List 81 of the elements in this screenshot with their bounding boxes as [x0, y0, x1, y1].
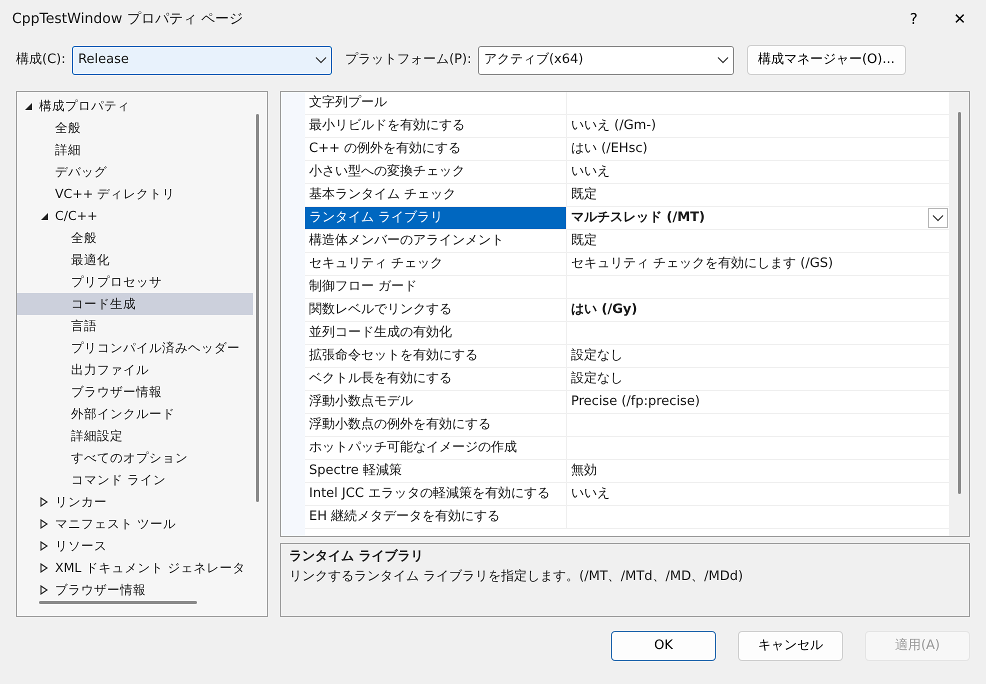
- tree-item[interactable]: リソース: [17, 535, 253, 558]
- tree-item[interactable]: 言語: [17, 315, 253, 338]
- platform-label: プラットフォーム(P):: [345, 51, 472, 70]
- tree-item[interactable]: C/C++: [17, 205, 253, 228]
- property-name[interactable]: 浮動小数点の例外を有効にする: [305, 414, 567, 436]
- property-value: はい (/Gy): [571, 301, 638, 320]
- property-name[interactable]: 並列コード生成の有効化: [305, 322, 567, 344]
- tree-item[interactable]: プリコンパイル済みヘッダー: [17, 337, 253, 360]
- platform-dropdown[interactable]: アクティブ(x64): [478, 46, 734, 74]
- property-value: マルチスレッド (/MT): [571, 209, 705, 228]
- tree-item[interactable]: 外部インクルード: [17, 403, 253, 426]
- property-name[interactable]: 構造体メンバーのアラインメント: [305, 230, 567, 252]
- property-value: 既定: [571, 186, 597, 204]
- property-name[interactable]: 関数レベルでリンクする: [305, 299, 567, 321]
- tree-item[interactable]: 構成プロパティ: [17, 95, 253, 118]
- property-name[interactable]: Intel JCC エラッタの軽減策を有効にする: [305, 483, 567, 505]
- tree-item[interactable]: 最適化: [17, 249, 253, 272]
- tree-expander-icon[interactable]: [23, 101, 33, 112]
- tree-item[interactable]: 詳細設定: [17, 425, 253, 448]
- property-name[interactable]: 文字列プール: [305, 92, 567, 114]
- tree-item[interactable]: ブラウザー情報: [17, 381, 253, 404]
- tree-item[interactable]: 全般: [17, 227, 253, 250]
- property-value: いいえ: [571, 163, 610, 182]
- dropdown-button[interactable]: [928, 208, 948, 228]
- property-name[interactable]: Spectre 軽減策: [305, 460, 567, 482]
- description-text: リンクするランタイム ライブラリを指定します。(/MT、/MTd、/MD、/MDd): [289, 568, 744, 586]
- property-name[interactable]: 浮動小数点モデル: [305, 391, 567, 413]
- tree-expander-icon[interactable]: [39, 519, 49, 530]
- tree-item[interactable]: 詳細: [17, 139, 253, 162]
- config-dropdown[interactable]: Release: [72, 46, 332, 74]
- property-name[interactable]: EH 継続メタデータを有効にする: [305, 506, 567, 528]
- property-name[interactable]: C++ の例外を有効にする: [305, 138, 567, 160]
- tree-item[interactable]: リンカー: [17, 491, 253, 514]
- tree-item[interactable]: ブラウザー情報: [17, 579, 253, 602]
- property-value: 設定なし: [571, 347, 623, 366]
- property-name[interactable]: 基本ランタイム チェック: [305, 184, 567, 206]
- property-name[interactable]: 小さい型への変換チェック: [305, 161, 567, 183]
- tree-item[interactable]: コマンド ライン: [17, 469, 253, 492]
- chevron-down-icon: [932, 214, 944, 222]
- tree-expander-icon[interactable]: [39, 585, 49, 596]
- property-value: いいえ: [571, 485, 610, 504]
- tree-item[interactable]: マニフェスト ツール: [17, 513, 253, 536]
- window-title: CppTestWindow プロパティ ページ: [12, 10, 244, 28]
- tree-item[interactable]: 出力ファイル: [17, 359, 253, 382]
- help-button[interactable]: ?: [890, 0, 937, 38]
- tree-item[interactable]: 全般: [17, 117, 253, 140]
- property-name[interactable]: 拡張命令セットを有効にする: [305, 345, 567, 367]
- tree-item[interactable]: プリプロセッサ: [17, 271, 253, 294]
- property-name[interactable]: ランタイム ライブラリ: [305, 207, 567, 229]
- tree-expander-icon[interactable]: [39, 497, 49, 508]
- property-name[interactable]: 制御フロー ガード: [305, 276, 567, 298]
- dialog-button[interactable]: キャンセル: [738, 631, 843, 661]
- tree-expander-icon[interactable]: [39, 541, 49, 552]
- property-value: Precise (/fp:precise): [571, 393, 700, 412]
- chevron-down-icon: [716, 56, 729, 64]
- property-name[interactable]: 最小リビルドを有効にする: [305, 115, 567, 137]
- property-value: セキュリティ チェックを有効にします (/GS): [571, 255, 834, 274]
- tree-expander-icon[interactable]: [39, 211, 49, 222]
- config-label: 構成(C):: [16, 51, 66, 70]
- config-manager-button[interactable]: 構成マネージャー(O)...: [746, 45, 906, 75]
- property-value: 既定: [571, 232, 597, 250]
- property-name[interactable]: セキュリティ チェック: [305, 253, 567, 275]
- tree-item[interactable]: VC++ ディレクトリ: [17, 183, 253, 206]
- property-value: いいえ (/Gm-): [571, 117, 656, 136]
- tree-item[interactable]: すべてのオプション: [17, 447, 253, 470]
- scrollbar-thumb[interactable]: [39, 601, 197, 604]
- scrollbar-thumb[interactable]: [958, 112, 960, 494]
- description-title: ランタイム ライブラリ: [289, 548, 425, 566]
- tree-item[interactable]: コード生成: [17, 293, 253, 316]
- property-value: 無効: [571, 462, 597, 480]
- tree-item[interactable]: デバッグ: [17, 161, 253, 184]
- tree-expander-icon[interactable]: [39, 563, 49, 574]
- chevron-down-icon: [315, 56, 328, 64]
- property-value: はい (/EHsc): [571, 140, 648, 158]
- dialog-button[interactable]: OK: [611, 631, 716, 661]
- property-value: 設定なし: [571, 370, 623, 388]
- tree-item[interactable]: XML ドキュメント ジェネレータ: [17, 557, 253, 580]
- scrollbar-thumb[interactable]: [256, 114, 259, 502]
- property-name[interactable]: ホットパッチ可能なイメージの作成: [305, 437, 567, 459]
- property-name[interactable]: ベクトル長を有効にする: [305, 368, 567, 390]
- close-button[interactable]: ✕: [936, 0, 983, 38]
